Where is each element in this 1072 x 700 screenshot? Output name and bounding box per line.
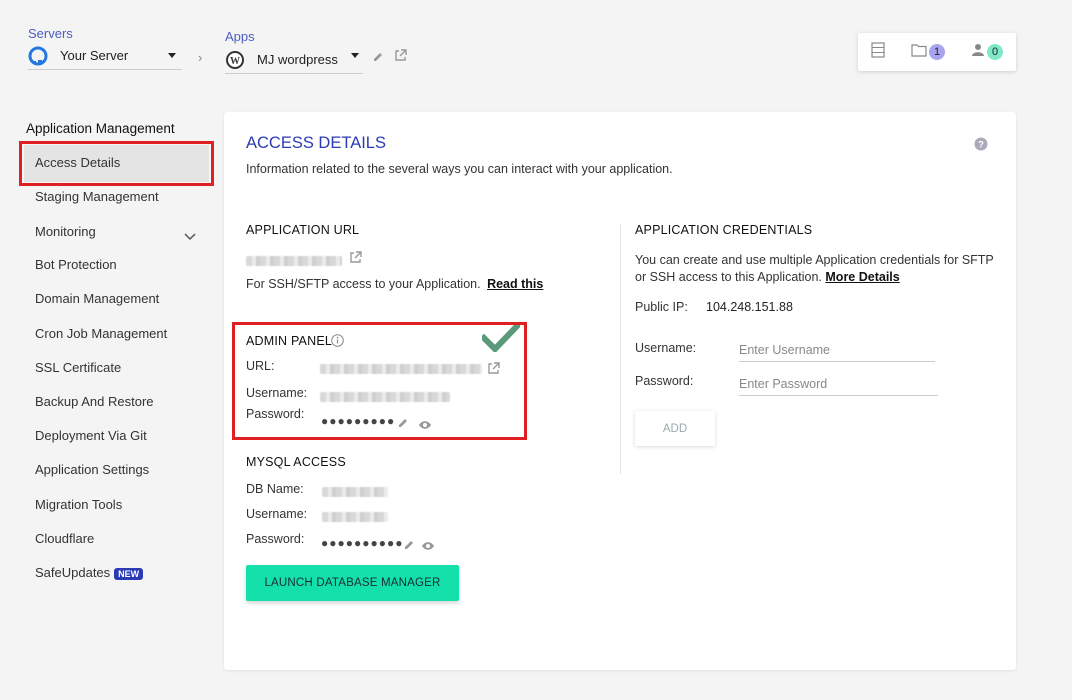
credentials-password-field[interactable] bbox=[739, 373, 938, 396]
files-widget[interactable]: 1 bbox=[911, 43, 945, 62]
chevron-down-icon bbox=[168, 53, 176, 58]
column-divider bbox=[620, 224, 621, 474]
help-icon[interactable]: ? bbox=[974, 137, 988, 156]
sidebar-item-cron-job-management[interactable]: Cron Job Management bbox=[35, 326, 167, 341]
server-list-icon[interactable] bbox=[871, 41, 885, 63]
blurred-db-username bbox=[322, 512, 388, 522]
mysql-access-title: MYSQL ACCESS bbox=[246, 455, 346, 469]
sidebar-item-label: SafeUpdates bbox=[35, 565, 111, 580]
public-ip-label: Public IP: bbox=[635, 300, 688, 314]
edit-db-password-icon[interactable] bbox=[403, 538, 415, 556]
credentials-password-label: Password: bbox=[635, 374, 694, 388]
application-credentials-title: APPLICATION CREDENTIALS bbox=[635, 223, 813, 237]
users-widget[interactable]: 0 bbox=[971, 43, 1003, 62]
blurred-url bbox=[246, 256, 342, 266]
sidebar-item-safeupdates[interactable]: SafeUpdates NEW bbox=[35, 565, 144, 580]
sidebar-item-bot-protection[interactable]: Bot Protection bbox=[35, 257, 117, 272]
sidebar-heading: Application Management bbox=[26, 121, 175, 136]
top-widget-panel: 1 0 bbox=[858, 33, 1016, 71]
db-password-value: ●●●●●●●●●● bbox=[321, 536, 404, 550]
files-count-badge: 1 bbox=[929, 44, 945, 60]
ssh-info-text: For SSH/SFTP access to your Application.… bbox=[246, 277, 543, 291]
sidebar-item-cloudflare[interactable]: Cloudflare bbox=[35, 531, 94, 546]
sidebar-item-deployment-via-git[interactable]: Deployment Via Git bbox=[35, 428, 147, 443]
launch-database-manager-button[interactable]: LAUNCH DATABASE MANAGER bbox=[246, 565, 459, 601]
credentials-description: You can create and use multiple Applicat… bbox=[635, 252, 997, 286]
folder-icon bbox=[911, 43, 927, 62]
db-username-value[interactable] bbox=[322, 509, 388, 527]
more-details-link[interactable]: More Details bbox=[825, 270, 899, 284]
new-badge: NEW bbox=[114, 567, 144, 580]
db-username-label: Username: bbox=[246, 507, 308, 521]
page-subtitle: Information related to the several ways … bbox=[246, 162, 673, 176]
sidebar-item-ssl-certificate[interactable]: SSL Certificate bbox=[35, 360, 121, 375]
sidebar-item-domain-management[interactable]: Domain Management bbox=[35, 291, 159, 306]
sidebar-item-access-details[interactable]: Access Details bbox=[35, 155, 120, 170]
blurred-db-name bbox=[322, 487, 388, 497]
credentials-username-field[interactable] bbox=[739, 339, 935, 362]
sidebar-item-application-settings[interactable]: Application Settings bbox=[35, 462, 149, 477]
app-name: MJ wordpress bbox=[257, 52, 338, 67]
user-icon bbox=[971, 43, 985, 62]
edit-app-icon[interactable] bbox=[372, 50, 384, 68]
sidebar-item-monitoring[interactable]: Monitoring bbox=[35, 224, 96, 239]
highlight-box-admin-panel bbox=[232, 322, 527, 440]
read-this-link[interactable]: Read this bbox=[487, 277, 543, 291]
users-count-badge: 0 bbox=[987, 44, 1003, 60]
servers-label: Servers bbox=[28, 26, 73, 41]
svg-text:W: W bbox=[230, 56, 240, 67]
wordpress-icon: W bbox=[225, 50, 245, 70]
chevron-down-icon bbox=[351, 53, 359, 58]
ssh-info-label: For SSH/SFTP access to your Application. bbox=[246, 277, 481, 291]
public-ip-value: 104.248.151.88 bbox=[706, 300, 793, 314]
page-title: ACCESS DETAILS bbox=[246, 134, 386, 152]
server-logo-icon bbox=[28, 46, 48, 66]
add-credentials-button[interactable]: ADD bbox=[635, 411, 715, 446]
credentials-username-label: Username: bbox=[635, 341, 697, 355]
password-input[interactable] bbox=[739, 373, 938, 395]
external-link-icon[interactable] bbox=[394, 49, 407, 67]
db-name-label: DB Name: bbox=[246, 482, 304, 496]
apps-label: Apps bbox=[225, 29, 255, 44]
sidebar-item-backup-and-restore[interactable]: Backup And Restore bbox=[35, 394, 154, 409]
server-select[interactable]: Your Server bbox=[28, 42, 182, 70]
app-select[interactable]: W MJ wordpress bbox=[225, 46, 363, 74]
db-password-label: Password: bbox=[246, 532, 305, 546]
username-input[interactable] bbox=[739, 339, 935, 361]
server-name: Your Server bbox=[60, 48, 129, 63]
sidebar-item-migration-tools[interactable]: Migration Tools bbox=[35, 497, 122, 512]
svg-text:?: ? bbox=[978, 140, 984, 151]
breadcrumb-chevron-icon: › bbox=[198, 50, 203, 65]
credentials-description-text: You can create and use multiple Applicat… bbox=[635, 253, 994, 284]
application-url-title: APPLICATION URL bbox=[246, 223, 360, 237]
show-db-password-eye-icon[interactable] bbox=[421, 538, 435, 556]
db-name-value[interactable] bbox=[322, 484, 388, 502]
monitoring-chevron-down-icon[interactable] bbox=[184, 228, 196, 246]
sidebar-item-staging-management[interactable]: Staging Management bbox=[35, 189, 159, 204]
application-url-value[interactable] bbox=[246, 253, 342, 271]
external-link-icon[interactable] bbox=[349, 251, 362, 269]
